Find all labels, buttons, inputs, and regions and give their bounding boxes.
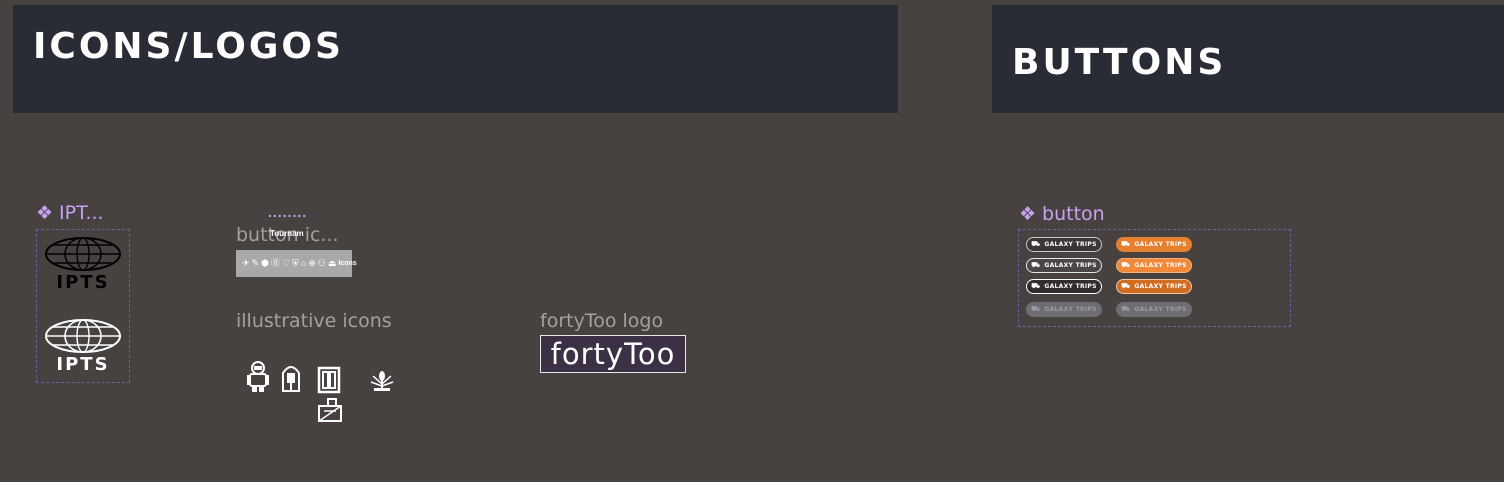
ticket-icon: ⛟ [1121,305,1131,313]
plus-circle-icon: ⊕ [308,258,316,268]
button-text: GALAXY TRIPS [1044,262,1097,269]
button-text: GALAXY TRIPS [1044,241,1097,248]
robot-icon[interactable] [280,363,302,393]
ipts-logo-dark[interactable]: IPTS [43,236,123,292]
plant-icon[interactable] [369,368,395,392]
illustrative-icons-label[interactable]: illustrative icons [236,310,392,332]
button-text: GALAXY TRIPS [1044,283,1097,290]
button-icons-overlay-text: Tournam [270,229,304,238]
button-label-text: button [1042,203,1105,225]
ipts-logo-text: IPTS [56,354,110,375]
galaxy-trips-button-outline-default[interactable]: ⛟ GALAXY TRIPS [1026,237,1102,252]
hex-icon: ⬢ [261,258,269,268]
eject-icon: ⏏ [327,258,337,268]
ipts-component-label[interactable]: ❖ IPT... [36,202,104,224]
globe-icon [45,237,121,271]
galaxy-trips-button-filled-default[interactable]: ⛟ GALAXY TRIPS [1116,237,1192,252]
component-icon: ❖ [36,202,54,224]
galaxy-trips-button-outline-disabled[interactable]: ⛟ GALAXY TRIPS [1026,302,1102,317]
buttons-title: BUTTONS [1012,42,1227,83]
ticket-icon: ⛟ [1031,261,1041,269]
buttons-header: BUTTONS [992,5,1504,113]
galaxy-trips-button-filled-hover[interactable]: ⛟ GALAXY TRIPS [1116,258,1192,273]
ticket-icon: ⛟ [1121,261,1131,269]
icons-strip-label: Icons [338,260,357,267]
home-icon: ⌂ [300,258,307,268]
galaxy-trips-button-filled-active[interactable]: ⛟ GALAXY TRIPS [1116,279,1192,294]
galaxy-trips-button-outline-active[interactable]: ⛟ GALAXY TRIPS [1026,279,1102,294]
galaxy-trips-button-filled-disabled[interactable]: ⛟ GALAXY TRIPS [1116,302,1192,317]
crate-icon[interactable] [318,398,342,422]
fortytoo-logo[interactable]: fortyToo [540,335,686,373]
button-text: GALAXY TRIPS [1044,306,1097,313]
shield-icon: ⛨ [292,258,299,268]
button-component-frame[interactable]: ⛟ GALAXY TRIPS ⛟ GALAXY TRIPS ⛟ GALAXY T… [1018,229,1291,327]
component-icon: ❖ [1019,203,1037,225]
ticket-icon: ⛟ [1031,305,1041,313]
button-text: GALAXY TRIPS [1134,306,1187,313]
button-text: GALAXY TRIPS [1134,262,1187,269]
globe-icon [45,319,121,353]
users-icon: ⚇ [317,258,326,268]
ticket-icon: ⛟ [1121,282,1131,290]
ticket-icon: ⛟ [1031,240,1041,248]
ipts-logo-text: IPTS [56,272,110,293]
icons-logos-header: ICONS/LOGOS [13,5,898,113]
button-icons-strip[interactable]: ✈ ✎ ⬢ ⓪ ♡ ⛨ ⌂ ⊕ ⚇ ⏏ Icons [236,250,357,277]
door-icon[interactable] [317,366,341,394]
circle-icon: ⓪ [270,258,280,268]
button-text: GALAXY TRIPS [1134,283,1187,290]
heart-icon: ♡ [281,258,291,268]
pen-icon: ✎ [251,258,260,268]
button-component-label[interactable]: ❖ button [1019,203,1105,225]
button-icons-dots: ........ [268,204,308,220]
ticket-icon: ⛟ [1121,240,1131,248]
fortytoo-logo-label[interactable]: fortyToo logo [540,310,663,332]
galaxy-trips-button-outline-hover[interactable]: ⛟ GALAXY TRIPS [1026,258,1102,273]
ipts-logo-light[interactable]: IPTS [43,318,123,374]
icons-logos-title: ICONS/LOGOS [33,26,344,67]
ticket-icon: ⛟ [1031,282,1041,290]
astronaut-icon[interactable] [246,361,270,393]
ipts-component-frame[interactable]: IPTS IPTS [36,229,130,383]
ipts-label-text: IPT... [59,202,104,224]
button-text: GALAXY TRIPS [1134,241,1187,248]
plane-icon: ✈ [242,258,250,268]
